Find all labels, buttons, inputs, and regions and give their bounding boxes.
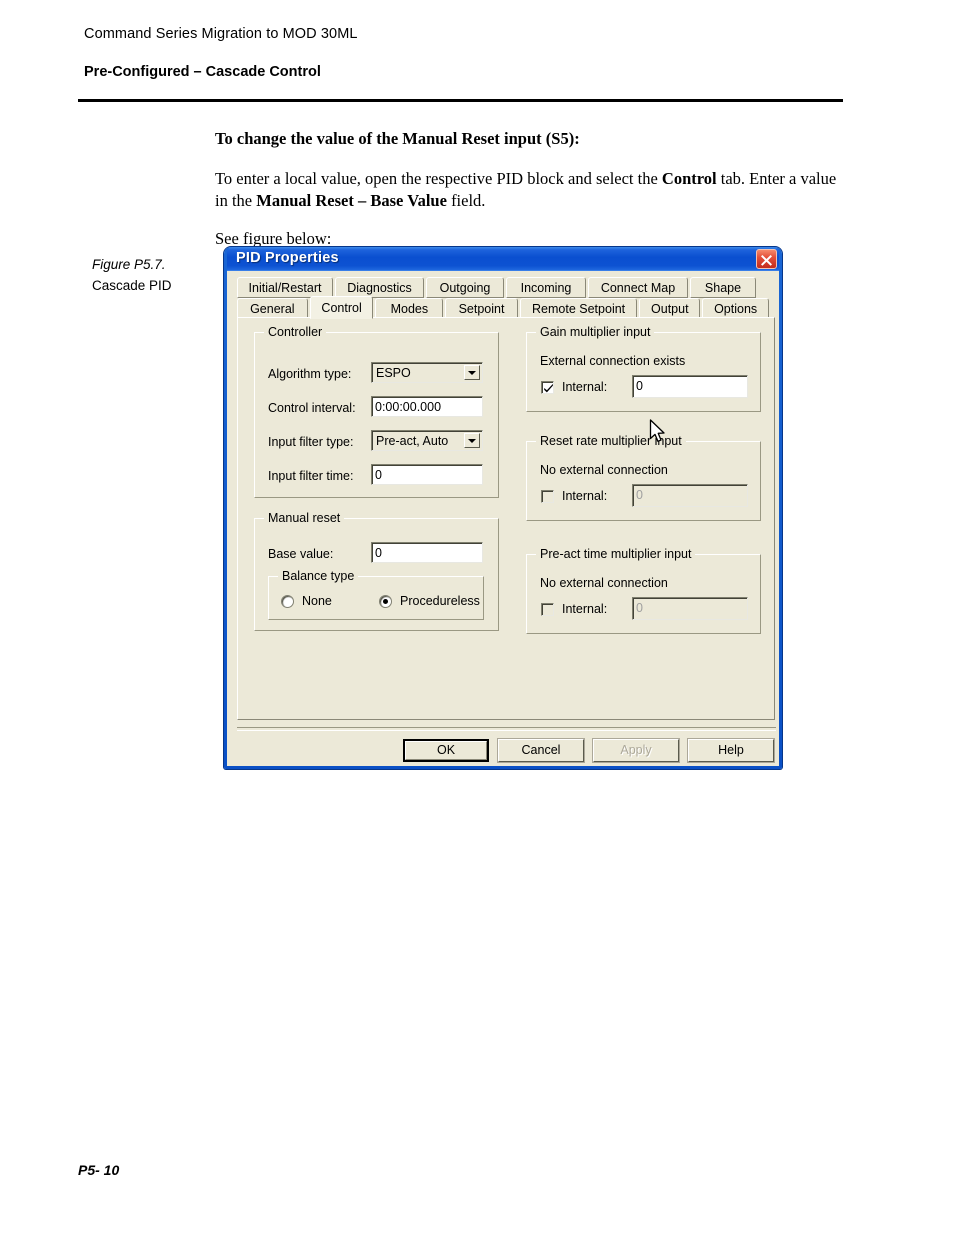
manual-reset-group-title: Manual reset bbox=[264, 511, 345, 525]
tab-strip: Initial/Restart Diagnostics Outgoing Inc… bbox=[237, 277, 771, 319]
dialog-body: Initial/Restart Diagnostics Outgoing Inc… bbox=[227, 271, 779, 766]
dialog-titlebar[interactable]: PID Properties bbox=[227, 247, 779, 271]
reset-rate-multiplier-group-title: Reset rate multiplier input bbox=[536, 434, 686, 448]
tab-initial-restart[interactable]: Initial/Restart bbox=[237, 277, 333, 298]
gain-multiplier-internal-input[interactable]: 0 bbox=[632, 375, 748, 398]
preact-time-multiplier-group: Pre-act time multiplier input No externa… bbox=[526, 547, 761, 634]
gain-multiplier-connection-status: External connection exists bbox=[540, 354, 686, 368]
algorithm-type-select[interactable]: ESPO bbox=[371, 362, 483, 383]
tab-connect-map[interactable]: Connect Map bbox=[588, 277, 688, 298]
chevron-down-icon[interactable] bbox=[464, 365, 480, 380]
button-separator bbox=[237, 727, 776, 731]
tab-row-1: Initial/Restart Diagnostics Outgoing Inc… bbox=[237, 277, 771, 298]
radio-balance-none-label: None bbox=[302, 594, 332, 608]
tab-control[interactable]: Control bbox=[309, 296, 374, 319]
balance-type-group: Balance type None Procedureless bbox=[268, 569, 484, 620]
tab-outgoing[interactable]: Outgoing bbox=[426, 277, 504, 298]
ok-button[interactable]: OK bbox=[403, 739, 489, 762]
base-value-label: Base value: bbox=[268, 547, 334, 561]
radio-balance-procedureless[interactable] bbox=[379, 595, 392, 608]
document-section-title: Pre-Configured – Cascade Control bbox=[84, 64, 321, 80]
reset-rate-multiplier-group: Reset rate multiplier input No external … bbox=[526, 434, 761, 521]
reset-rate-connection-status: No external connection bbox=[540, 463, 668, 477]
input-filter-time-label: Input filter time: bbox=[268, 469, 354, 483]
tab-incoming[interactable]: Incoming bbox=[506, 277, 586, 298]
control-interval-input[interactable]: 0:00:00.000 bbox=[371, 396, 483, 417]
tab-row-2: General Control Modes Setpoint Remote Se… bbox=[237, 296, 771, 319]
tab-output[interactable]: Output bbox=[639, 298, 701, 319]
instruction-heading: To change the value of the Manual Reset … bbox=[215, 129, 580, 148]
dialog-title: PID Properties bbox=[236, 250, 339, 266]
gain-multiplier-group-title: Gain multiplier input bbox=[536, 325, 655, 339]
para2-part3: field. bbox=[446, 190, 486, 210]
manual-reset-group: Manual reset Base value: 0 Balance type … bbox=[254, 511, 499, 631]
ok-button-label: OK bbox=[405, 741, 487, 760]
tab-remote-setpoint[interactable]: Remote Setpoint bbox=[519, 298, 638, 319]
input-filter-type-select[interactable]: Pre-act, Auto bbox=[371, 430, 483, 451]
figure-caption: Figure P5.7. Cascade PID bbox=[92, 255, 212, 297]
page-footer: P5- 10 bbox=[78, 1162, 120, 1178]
para2-part1: To enter a local value, open the respect… bbox=[215, 168, 662, 188]
tab-general[interactable]: General bbox=[237, 298, 308, 319]
tab-options[interactable]: Options bbox=[702, 298, 769, 319]
reset-rate-internal-checkbox[interactable] bbox=[541, 490, 554, 503]
controller-group-title: Controller bbox=[264, 325, 327, 339]
controller-group: Controller Algorithm type: ESPO Control … bbox=[254, 325, 499, 498]
tab-diagnostics[interactable]: Diagnostics bbox=[335, 277, 424, 298]
balance-type-group-title: Balance type bbox=[278, 569, 359, 583]
chevron-down-icon[interactable] bbox=[464, 433, 480, 448]
header-rule bbox=[78, 99, 843, 102]
instruction-paragraph: To enter a local value, open the respect… bbox=[215, 168, 845, 212]
preact-time-connection-status: No external connection bbox=[540, 576, 668, 590]
preact-time-internal-input: 0 bbox=[632, 597, 748, 620]
input-filter-type-label: Input filter type: bbox=[268, 435, 354, 449]
pid-properties-dialog: PID Properties Initial/Restart Diagnosti… bbox=[224, 247, 782, 769]
help-button[interactable]: Help bbox=[687, 738, 775, 763]
preact-time-internal-checkbox[interactable] bbox=[541, 603, 554, 616]
document-running-header: Command Series Migration to MOD 30ML bbox=[84, 26, 358, 42]
base-value-input[interactable]: 0 bbox=[371, 542, 483, 563]
input-filter-type-value: Pre-act, Auto bbox=[376, 434, 449, 448]
tab-setpoint[interactable]: Setpoint bbox=[445, 298, 518, 319]
gain-multiplier-internal-label: Internal: bbox=[562, 380, 608, 394]
control-tab-panel: Controller Algorithm type: ESPO Control … bbox=[237, 317, 775, 720]
tab-shape[interactable]: Shape bbox=[690, 277, 756, 298]
figure-title: Cascade PID bbox=[92, 277, 172, 293]
figure-number: Figure P5.7. bbox=[92, 257, 166, 272]
reset-rate-internal-input: 0 bbox=[632, 484, 748, 507]
cancel-button[interactable]: Cancel bbox=[497, 738, 585, 763]
gain-multiplier-group: Gain multiplier input External connectio… bbox=[526, 325, 761, 412]
input-filter-time-input[interactable]: 0 bbox=[371, 464, 483, 485]
radio-balance-procedureless-label: Procedureless bbox=[400, 594, 480, 608]
body-text: To change the value of the Manual Reset … bbox=[215, 128, 845, 266]
gain-multiplier-internal-checkbox[interactable] bbox=[541, 381, 554, 394]
algorithm-type-label: Algorithm type: bbox=[268, 367, 352, 381]
algorithm-type-value: ESPO bbox=[376, 366, 411, 380]
radio-balance-none[interactable] bbox=[281, 595, 294, 608]
para2-bold-control: Control bbox=[661, 168, 717, 188]
control-interval-label: Control interval: bbox=[268, 401, 356, 415]
preact-time-group-title: Pre-act time multiplier input bbox=[536, 547, 696, 561]
close-icon[interactable] bbox=[756, 249, 777, 269]
tab-modes[interactable]: Modes bbox=[375, 298, 444, 319]
para2-bold-manual-reset: Manual Reset – Base Value bbox=[256, 190, 447, 210]
reset-rate-internal-label: Internal: bbox=[562, 489, 608, 503]
preact-time-internal-label: Internal: bbox=[562, 602, 608, 616]
apply-button: Apply bbox=[592, 738, 680, 763]
